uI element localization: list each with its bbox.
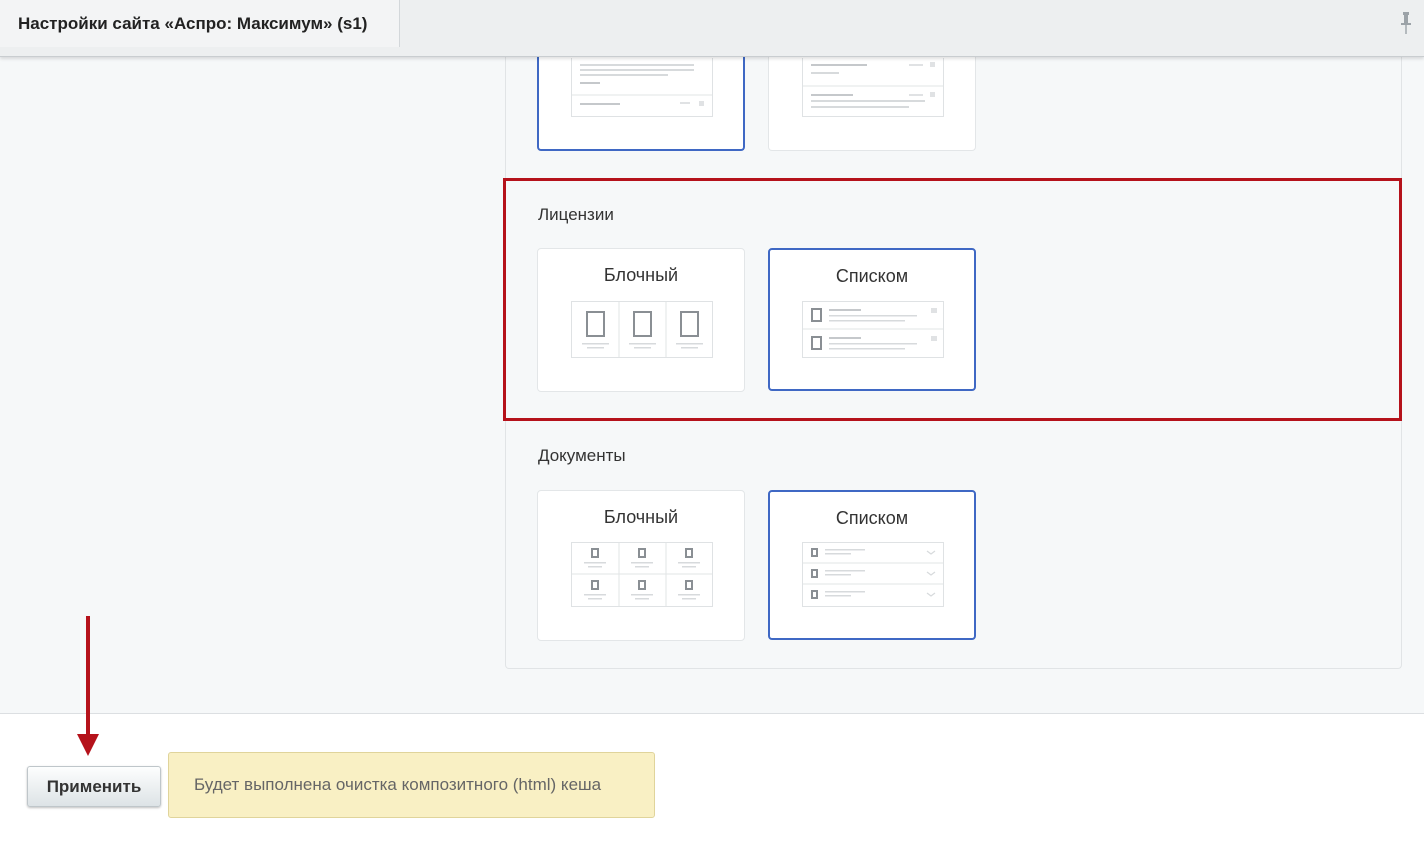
settings-header: Настройки сайта «Аспро: Максимум» (s1) xyxy=(0,0,1424,57)
preview-illustration xyxy=(572,543,712,606)
cache-notice: Будет выполнена очистка композитного (ht… xyxy=(168,752,655,818)
option-card-documents-list[interactable]: Списком xyxy=(768,490,976,640)
apply-button[interactable]: Применить xyxy=(27,766,161,807)
settings-tab[interactable]: Настройки сайта «Аспро: Максимум» (s1) xyxy=(0,0,400,47)
arrow-down-icon xyxy=(77,616,99,756)
option-card-documents-block[interactable]: Блочный xyxy=(537,490,745,641)
pin-icon[interactable] xyxy=(1400,12,1412,34)
cache-notice-text: Будет выполнена очистка композитного (ht… xyxy=(194,775,602,794)
section-title-documents: Документы xyxy=(538,446,626,465)
preview-illustration xyxy=(572,64,712,106)
documents-block-preview xyxy=(571,542,713,607)
previous-list-preview xyxy=(802,58,944,117)
preview-illustration xyxy=(803,548,943,599)
option-label: Блочный xyxy=(603,507,679,527)
option-label: Списком xyxy=(835,508,909,528)
highlight-frame xyxy=(503,178,1402,421)
page-title: Настройки сайта «Аспро: Максимум» (s1) xyxy=(18,13,368,33)
previous-block-preview xyxy=(571,58,713,117)
documents-list-preview xyxy=(802,542,944,607)
preview-illustration xyxy=(803,62,943,108)
